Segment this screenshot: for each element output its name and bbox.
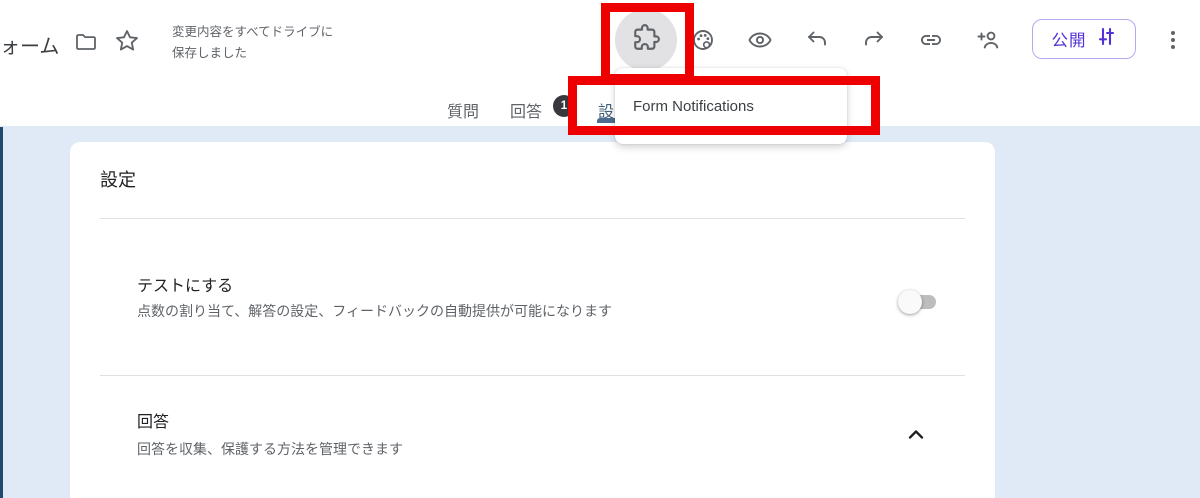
tab-responses[interactable]: 回答 (510, 98, 542, 122)
save-status-text: 変更内容をすべてドライブに保存しました (172, 25, 334, 60)
star-icon (114, 28, 140, 54)
palette-icon (691, 28, 715, 52)
undo-icon (805, 28, 829, 52)
folder-icon (74, 30, 98, 54)
addons-button[interactable] (615, 9, 677, 71)
theme-button[interactable] (691, 28, 715, 52)
collapse-responses-button[interactable] (902, 422, 930, 450)
move-to-folder-button[interactable] (74, 30, 98, 54)
toggle-knob (898, 290, 922, 314)
publish-label: 公開 (1051, 32, 1087, 50)
settings-card-title: 設定 (100, 170, 136, 190)
responses-count-badge: 1 (553, 95, 575, 117)
share-button[interactable] (976, 28, 1000, 52)
quiz-setting-description: 点数の割り当て、解答の設定、フィードバックの自動提供が可能になります (137, 303, 613, 319)
redo-icon (862, 28, 886, 52)
undo-button[interactable] (805, 28, 829, 52)
preview-button[interactable] (748, 28, 772, 52)
quiz-toggle[interactable] (898, 290, 938, 314)
menu-item-form-notifications[interactable]: Form Notifications (615, 98, 847, 115)
link-icon (919, 28, 943, 52)
publish-settings-sliders-icon (1096, 26, 1117, 52)
quiz-setting-title: テストにする (137, 278, 234, 295)
star-button[interactable] (115, 29, 139, 53)
top-app-bar: ォーム 変更内容をすべてドライブに保存しました 公開 質問 回答 1 設 (0, 0, 1200, 126)
tab-questions[interactable]: 質問 (447, 98, 479, 122)
settings-card: 設定 テストにする 点数の割り当て、解答の設定、フィードバックの自動提供が可能に… (70, 142, 995, 498)
form-title[interactable]: ォーム (0, 30, 59, 59)
left-edge-strip (0, 127, 3, 498)
copy-link-button[interactable] (919, 28, 943, 52)
responses-section-title: 回答 (137, 414, 170, 431)
divider (100, 218, 965, 219)
more-options-button[interactable] (1161, 28, 1185, 52)
redo-button[interactable] (862, 28, 886, 52)
eye-icon (748, 28, 772, 52)
chevron-up-icon (908, 427, 924, 445)
puzzle-piece-icon (633, 24, 660, 56)
kebab-menu-icon (1161, 28, 1185, 52)
person-add-icon (976, 28, 1000, 52)
responses-section-description: 回答を収集、保護する方法を管理できます (137, 441, 403, 457)
divider (100, 375, 965, 376)
publish-button[interactable]: 公開 (1032, 19, 1136, 59)
addons-dropdown-menu: Form Notifications (615, 68, 847, 144)
